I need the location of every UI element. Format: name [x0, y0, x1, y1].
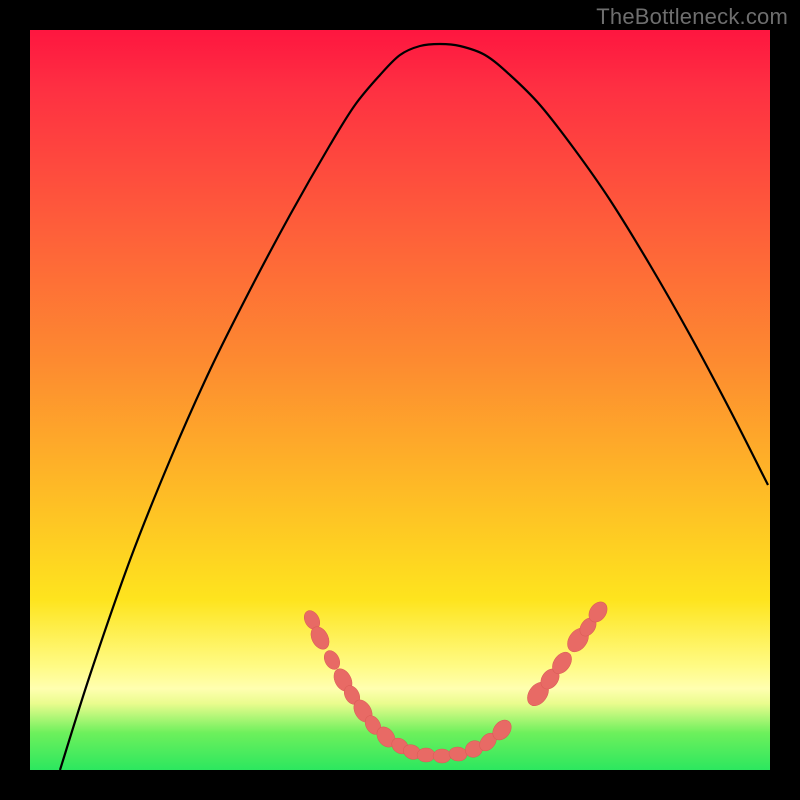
curve-marker — [417, 748, 435, 762]
plot-area — [30, 30, 770, 770]
curve-markers — [301, 598, 611, 763]
chart-frame: TheBottleneck.com — [0, 0, 800, 800]
curve-marker — [321, 648, 343, 672]
watermark-text: TheBottleneck.com — [596, 4, 788, 30]
curve-marker — [448, 746, 468, 762]
bottleneck-curve — [60, 44, 768, 770]
curve-marker — [433, 749, 451, 763]
curve-svg — [30, 30, 770, 770]
